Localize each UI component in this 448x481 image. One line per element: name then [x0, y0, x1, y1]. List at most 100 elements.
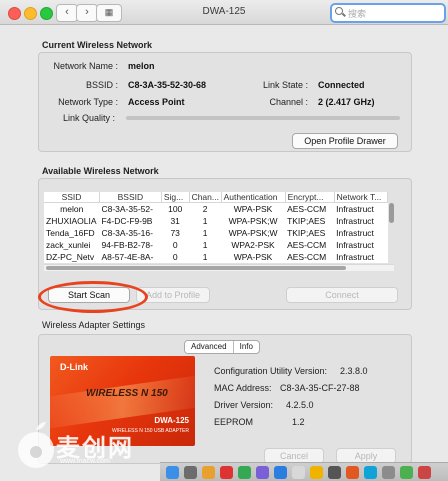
adapter-settings-title: Wireless Adapter Settings: [42, 320, 146, 330]
cell-network-type: Infrastruct: [336, 228, 374, 238]
cell-network-type: Infrastruct: [336, 252, 374, 262]
cell-network-type: Infrastruct: [336, 240, 374, 250]
cell-encryption: AES-CCM: [287, 252, 327, 262]
adapter-tabs: Advanced Info: [184, 340, 260, 354]
cell-channel: 1: [202, 228, 208, 238]
cell-channel: 2: [202, 204, 208, 214]
open-profile-drawer-button[interactable]: Open Profile Drawer: [292, 133, 398, 149]
column-header-encryption[interactable]: Encrypt...: [285, 192, 335, 203]
network-type-value: Access Point: [128, 97, 185, 107]
cell-signal: 31: [170, 216, 180, 226]
table-row[interactable]: Tenda_16FD C8-3A-35-16- 73 1 WPA-PSK;W T…: [44, 227, 388, 239]
cell-authentication: WPA-PSK: [233, 204, 273, 214]
dock-app-icon[interactable]: [382, 466, 395, 479]
link-state-label: Link State :: [262, 80, 308, 90]
network-list-header: SSID BSSID Sig... Chan... Authentication…: [44, 192, 389, 203]
dock: [160, 462, 448, 481]
current-network-title: Current Wireless Network: [42, 40, 152, 50]
dock-app-icon[interactable]: [328, 466, 341, 479]
cell-network-type: Infrastruct: [336, 216, 374, 226]
cell-bssid: C8-3A-35-52-: [101, 204, 153, 214]
cell-bssid: F4-DC-F9-9B: [101, 216, 153, 226]
eeprom-value: 1.2: [292, 417, 305, 427]
channel-label: Channel :: [269, 97, 308, 107]
table-row[interactable]: DZ-PC_Netv A8-57-4E-8A- 0 1 WPA-PSK AES-…: [44, 251, 388, 263]
dock-app-icon[interactable]: [202, 466, 215, 479]
search-icon: [335, 7, 343, 15]
mac-address-label: MAC Address:: [214, 383, 272, 393]
bssid-value: C8-3A-35-52-30-68: [128, 80, 207, 90]
table-row[interactable]: ZHUXIAOLIA F4-DC-F9-9B 31 1 WPA-PSK;W TK…: [44, 215, 388, 227]
available-network-title: Available Wireless Network: [42, 166, 159, 176]
dock-app-icon[interactable]: [220, 466, 233, 479]
eeprom-label: EEPROM: [214, 417, 254, 427]
cell-ssid: ZHUXIAOLIA: [46, 216, 97, 226]
config-version-value: 2.3.8.0: [340, 366, 368, 376]
column-header-authentication[interactable]: Authentication: [221, 192, 286, 203]
dock-app-icon[interactable]: [400, 466, 413, 479]
mac-address-value: C8-3A-35-CF-27-88: [280, 383, 360, 393]
config-version-label: Configuration Utility Version:: [214, 366, 328, 376]
network-list-scrollbar[interactable]: [389, 203, 394, 223]
link-quality-bar: [126, 116, 400, 120]
column-header-channel[interactable]: Chan...: [189, 192, 222, 203]
card-model: WIRELESS N 150: [86, 388, 168, 399]
cell-ssid: zack_xunlei: [46, 240, 91, 250]
cell-channel: 1: [202, 216, 208, 226]
channel-value: 2 (2.417 GHz): [318, 97, 375, 107]
cell-bssid: A8-57-4E-8A-: [101, 252, 154, 262]
network-list[interactable]: SSID BSSID Sig... Chan... Authentication…: [44, 192, 389, 263]
link-state-value: Connected: [318, 80, 365, 90]
dock-app-icon[interactable]: [292, 466, 305, 479]
cell-network-type: Infrastruct: [336, 204, 374, 214]
dlink-logo: D-Link: [60, 362, 88, 372]
dock-app-icon[interactable]: [418, 466, 431, 479]
cell-signal: 0: [172, 252, 178, 262]
cell-encryption: AES-CCM: [287, 240, 327, 250]
cell-ssid: Tenda_16FD: [46, 228, 95, 238]
table-row[interactable]: zack_xunlei 94-FB-B2-78- 0 1 WPA2-PSK AE…: [44, 239, 388, 251]
dock-app-icon[interactable]: [256, 466, 269, 479]
cell-encryption: TKIP;AES: [287, 228, 326, 238]
column-header-signal[interactable]: Sig...: [161, 192, 190, 203]
dock-app-icon[interactable]: [166, 466, 179, 479]
cell-ssid: melon: [60, 204, 84, 214]
network-name-label: Network Name :: [53, 61, 118, 71]
cell-encryption: TKIP;AES: [287, 216, 326, 226]
dock-app-icon[interactable]: [238, 466, 251, 479]
network-type-label: Network Type :: [58, 97, 118, 107]
cell-ssid: DZ-PC_Netv: [46, 252, 95, 262]
dock-app-icon[interactable]: [274, 466, 287, 479]
cell-authentication: WPA-PSK;W: [228, 216, 278, 226]
network-list-hscrollbar[interactable]: [44, 264, 394, 271]
dock-app-icon[interactable]: [346, 466, 359, 479]
cell-bssid: C8-3A-35-16-: [101, 228, 153, 238]
bssid-label: BSSID :: [85, 80, 118, 90]
cell-authentication: WPA2-PSK: [231, 240, 275, 250]
cell-bssid: 94-FB-B2-78-: [101, 240, 153, 250]
cell-channel: 1: [202, 252, 208, 262]
connect-button[interactable]: Connect: [286, 287, 398, 303]
watermark-url: www.macw.com: [60, 458, 110, 465]
cell-authentication: WPA-PSK;W: [228, 228, 278, 238]
column-header-network-type[interactable]: Network T...: [334, 192, 389, 203]
highlight-circle: [38, 281, 148, 313]
column-header-ssid[interactable]: SSID: [44, 192, 100, 203]
tab-advanced[interactable]: Advanced: [185, 341, 234, 353]
driver-version-label: Driver Version:: [214, 400, 274, 410]
dock-app-icon[interactable]: [184, 466, 197, 479]
network-name-value: melon: [128, 61, 155, 71]
cell-signal: 100: [168, 204, 183, 214]
link-quality-label: Link Quality :: [62, 113, 115, 123]
card-product: DWA-125: [154, 416, 189, 425]
dock-app-icon[interactable]: [310, 466, 323, 479]
table-row[interactable]: melon C8-3A-35-52- 100 2 WPA-PSK AES-CCM…: [44, 203, 388, 216]
cell-signal: 0: [172, 240, 178, 250]
driver-version-value: 4.2.5.0: [286, 400, 314, 410]
column-header-bssid[interactable]: BSSID: [99, 192, 162, 203]
cell-channel: 1: [202, 240, 208, 250]
tab-info[interactable]: Info: [234, 341, 259, 353]
search-input[interactable]: 搜索: [330, 3, 446, 23]
cell-signal: 73: [170, 228, 180, 238]
dock-app-icon[interactable]: [364, 466, 377, 479]
